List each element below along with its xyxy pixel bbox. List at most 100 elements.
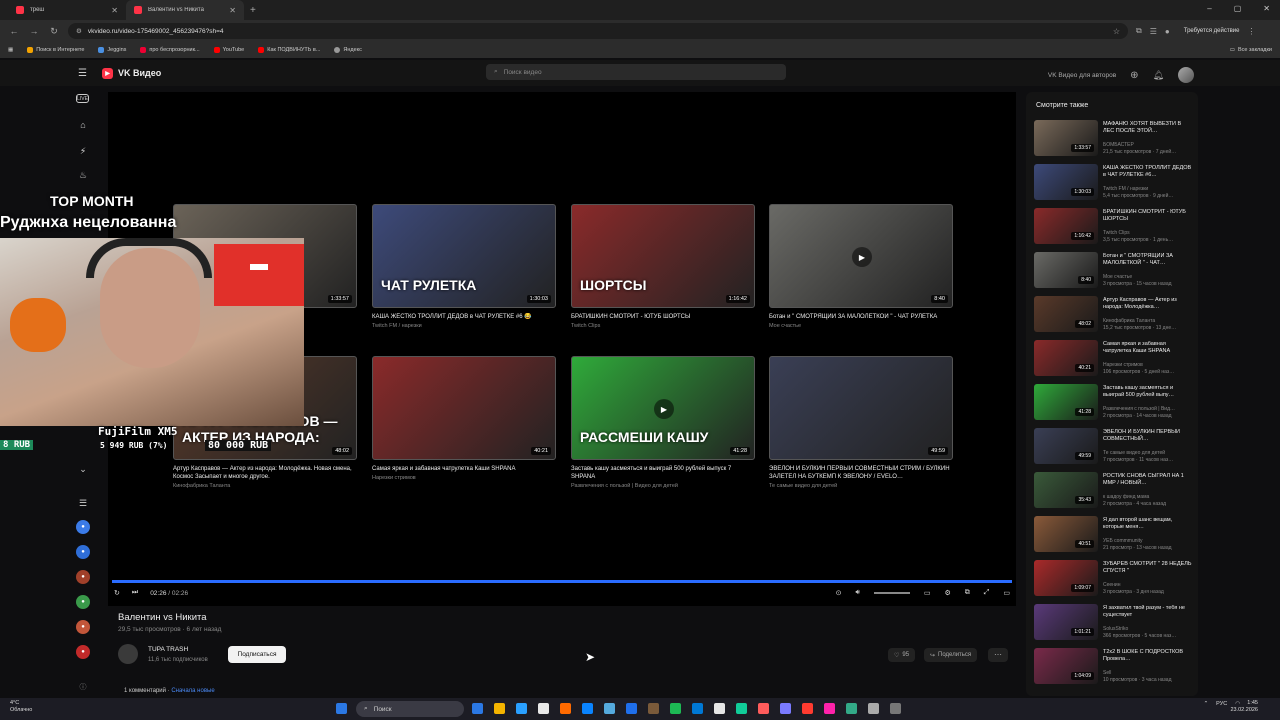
related-video-item[interactable]: 40:51 Я дал второй шанс вещам, которые ме…	[1034, 516, 1196, 556]
taskbar-app-icon[interactable]	[494, 703, 505, 714]
windows-start-icon[interactable]	[336, 703, 347, 714]
end-card-thumbnail[interactable]: ШОРТСЫ 1:16:42	[571, 204, 755, 308]
volume-icon[interactable]: 🔊︎	[855, 589, 859, 597]
related-thumbnail[interactable]: 40:51	[1034, 516, 1098, 552]
play-icon[interactable]: ▶	[852, 247, 872, 267]
replay-icon[interactable]: ↻	[114, 589, 120, 597]
related-thumbnail[interactable]: 1:09:07	[1034, 560, 1098, 596]
related-channel[interactable]: SolusStriko	[1103, 626, 1193, 632]
profile-status[interactable]: Требуется действие	[1184, 28, 1240, 34]
taskbar-app-icon[interactable]	[626, 703, 637, 714]
taskbar-app-icon[interactable]	[802, 703, 813, 714]
miniplayer-icon[interactable]: ⧉	[965, 589, 970, 597]
related-thumbnail[interactable]: 1:01:21	[1034, 604, 1098, 640]
subscriptions-list-icon[interactable]: ☰	[76, 496, 90, 510]
taskbar-app-icon[interactable]	[758, 703, 769, 714]
taskbar-app-icon[interactable]	[516, 703, 527, 714]
related-channel[interactable]: Мое счастье	[1103, 274, 1193, 280]
related-title[interactable]: Самая яркая и забавная чатрулетка Каши S…	[1103, 341, 1193, 355]
related-title[interactable]: БРАТИШКИН СМОТРИТ - ЮТУБ ШОРТСЫ	[1103, 209, 1193, 223]
end-card-channel[interactable]: Нарезки стримов	[372, 475, 556, 481]
related-title[interactable]: РОСТИК СНОВА СЫГРАЛ НА 1 ММР / НОВЫЙ…	[1103, 473, 1193, 487]
tray-chevron-icon[interactable]: ⌃	[1204, 701, 1209, 707]
related-video-item[interactable]: 1:30:03 КАША ЖЁСТКО ТРОЛЛИТ ДЕДОВ в ЧАТ Р…	[1034, 164, 1196, 204]
related-channel[interactable]: БОМБАСТЕР	[1103, 142, 1193, 148]
lightning-icon[interactable]: ⚡︎	[76, 144, 90, 158]
menu-icon[interactable]: ⋮	[1247, 27, 1255, 36]
related-title[interactable]: Артур Касправов — Актер из народа: Молод…	[1103, 297, 1193, 311]
home-icon[interactable]: ⌂	[76, 118, 90, 132]
related-title[interactable]: Ботан и " СМОТРЯЩИЙ ЗА МАЛОЛЕТКОЙ " - ЧА…	[1103, 253, 1193, 267]
end-card-channel[interactable]: Twitch FM / нарезки	[372, 323, 556, 329]
related-video-item[interactable]: 49:59 ЭВЕЛОН И БУЛКИН ПЕРВЫЙ СОВМЕСТНЫЙ… Т…	[1034, 428, 1196, 468]
close-tab-icon[interactable]: ✕	[111, 6, 118, 15]
end-card-channel[interactable]: Мое счастье	[769, 323, 953, 329]
end-card-thumbnail[interactable]: 49:59	[769, 356, 953, 460]
end-card-channel[interactable]: Twitch Clips	[571, 323, 755, 329]
related-thumbnail[interactable]: 35:43	[1034, 472, 1098, 508]
settings-gear-icon[interactable]: ⚙	[944, 589, 950, 597]
next-icon[interactable]: ⏭︎	[132, 589, 138, 597]
for-authors-link[interactable]: VK Видео для авторов	[1048, 72, 1116, 79]
related-title[interactable]: ЗУБАРЕВ СМОТРИТ " 28 НЕДЕЛЬ СПУСТЯ "	[1103, 561, 1193, 575]
site-info-icon[interactable]: ⚙	[76, 27, 82, 35]
related-channel[interactable]: Развлечения с пользой | Вид…	[1103, 406, 1193, 412]
related-video-item[interactable]: 41:28 Заставь кашу засмеяться и выиграй 5…	[1034, 384, 1196, 424]
related-title[interactable]: Я дал второй шанс вещам, которые меня…	[1103, 517, 1193, 531]
end-card-channel[interactable]: Развлечения с пользой | Видео для детей	[571, 483, 755, 489]
bookmark-item[interactable]: Jeggins	[98, 47, 126, 53]
reading-list-icon[interactable]: ☰	[1150, 27, 1157, 36]
taskbar-app-icon[interactable]	[560, 703, 571, 714]
end-card-title[interactable]: КАША ЖЁСТКО ТРОЛЛИТ ДЕДОВ в ЧАТ РУЛЕТКЕ …	[372, 313, 556, 321]
user-avatar[interactable]	[1178, 67, 1194, 83]
related-title[interactable]: Я захватил твой разум - тебя не существу…	[1103, 605, 1193, 619]
channel-avatar-icon[interactable]: ●	[76, 545, 90, 559]
related-thumbnail[interactable]: 1:04:09	[1034, 648, 1098, 684]
end-card-title[interactable]: Ботан и " СМОТРЯЩИЙ ЗА МАЛОЛЕТКОЙ " - ЧА…	[769, 313, 953, 321]
taskbar-app-icon[interactable]	[846, 703, 857, 714]
end-card[interactable]: ▶ 8:40 Ботан и " СМОТРЯЩИЙ ЗА МАЛОЛЕТКОЙ "…	[769, 204, 953, 329]
related-thumbnail[interactable]: 40:21	[1034, 340, 1098, 376]
bookmark-item[interactable]: Яндекс	[334, 47, 362, 53]
close-tab-icon[interactable]: ✕	[229, 6, 236, 15]
related-video-item[interactable]: 1:01:21 Я захватил твой разум - тебя не с…	[1034, 604, 1196, 644]
back-icon[interactable]: ←	[8, 26, 20, 36]
end-card[interactable]: 40:21 Самая яркая и забавная чатрулетка К…	[372, 356, 556, 481]
like-button[interactable]: ♡ 95	[888, 648, 916, 662]
related-channel[interactable]: Twitch FM / нарезки	[1103, 186, 1193, 192]
end-card[interactable]: ШОРТСЫ 1:16:42 БРАТИШКИН СМОТРИТ - ЮТУБ ШО…	[571, 204, 755, 329]
taskbar-app-icon[interactable]	[582, 703, 593, 714]
forward-icon[interactable]: →	[28, 26, 40, 36]
related-thumbnail[interactable]: 1:30:03	[1034, 164, 1098, 200]
related-title[interactable]: МАФАНЮ ХОТЯТ ВЫВЕЗТИ В ЛЕС ПОСЛЕ ЭТОЙ…	[1103, 121, 1193, 135]
end-card-channel[interactable]: Те самые видео для детей	[769, 483, 953, 489]
tab-tresh[interactable]: треш ✕	[8, 0, 126, 20]
related-video-item[interactable]: 8:40 Ботан и " СМОТРЯЩИЙ ЗА МАЛОЛЕТКОЙ " …	[1034, 252, 1196, 292]
related-channel[interactable]: УЕБ commmunity	[1103, 538, 1193, 544]
apps-icon[interactable]: ▦	[8, 47, 13, 53]
related-video-item[interactable]: 48:02 Артур Касправов — Актер из народа: …	[1034, 296, 1196, 336]
end-card[interactable]: 49:59 ЭВЕЛОН И БУЛКИН ПЕРВЫЙ СОВМЕСТНЫЙ С…	[769, 356, 953, 489]
close-window-icon[interactable]: ✕	[1263, 4, 1270, 13]
end-card-thumbnail[interactable]: 40:21	[372, 356, 556, 460]
tab-video[interactable]: Валентин vs Никита ✕	[126, 0, 244, 20]
taskbar-app-icon[interactable]	[780, 703, 791, 714]
channel-name[interactable]: TUPA TRASH	[148, 646, 188, 653]
play-icon[interactable]: ▶	[654, 399, 674, 419]
taskbar-app-icon[interactable]	[714, 703, 725, 714]
lang-indicator[interactable]: РУС	[1216, 701, 1227, 707]
more-options-button[interactable]: ⋯	[988, 648, 1008, 662]
clips-icon[interactable]: ♨	[76, 168, 90, 182]
fullscreen-icon[interactable]: ⤢	[984, 589, 990, 597]
end-card-channel[interactable]: Кинофабрика Таланта	[173, 483, 357, 489]
related-channel[interactable]: Те самые видео для детей	[1103, 450, 1193, 456]
share-button[interactable]: ↪ Поделиться	[924, 648, 978, 662]
end-card-title[interactable]: БРАТИШКИН СМОТРИТ - ЮТУБ ШОРТСЫ	[571, 313, 755, 321]
taskbar-app-icon[interactable]	[538, 703, 549, 714]
related-title[interactable]: Заставь кашу засмеяться и выиграй 500 ру…	[1103, 385, 1193, 399]
profile-avatar[interactable]: ●	[1165, 27, 1170, 36]
related-video-item[interactable]: 1:33:57 МАФАНЮ ХОТЯТ ВЫВЕЗТИ В ЛЕС ПОСЛЕ …	[1034, 120, 1196, 160]
end-card-title[interactable]: ЭВЕЛОН И БУЛКИН ПЕРВЫЙ СОВМЕСТНЫЙ СТРИМ …	[769, 465, 953, 481]
channel-avatar[interactable]	[118, 644, 138, 664]
end-card-title[interactable]: Самая яркая и забавная чатрулетка Каши S…	[372, 465, 556, 473]
